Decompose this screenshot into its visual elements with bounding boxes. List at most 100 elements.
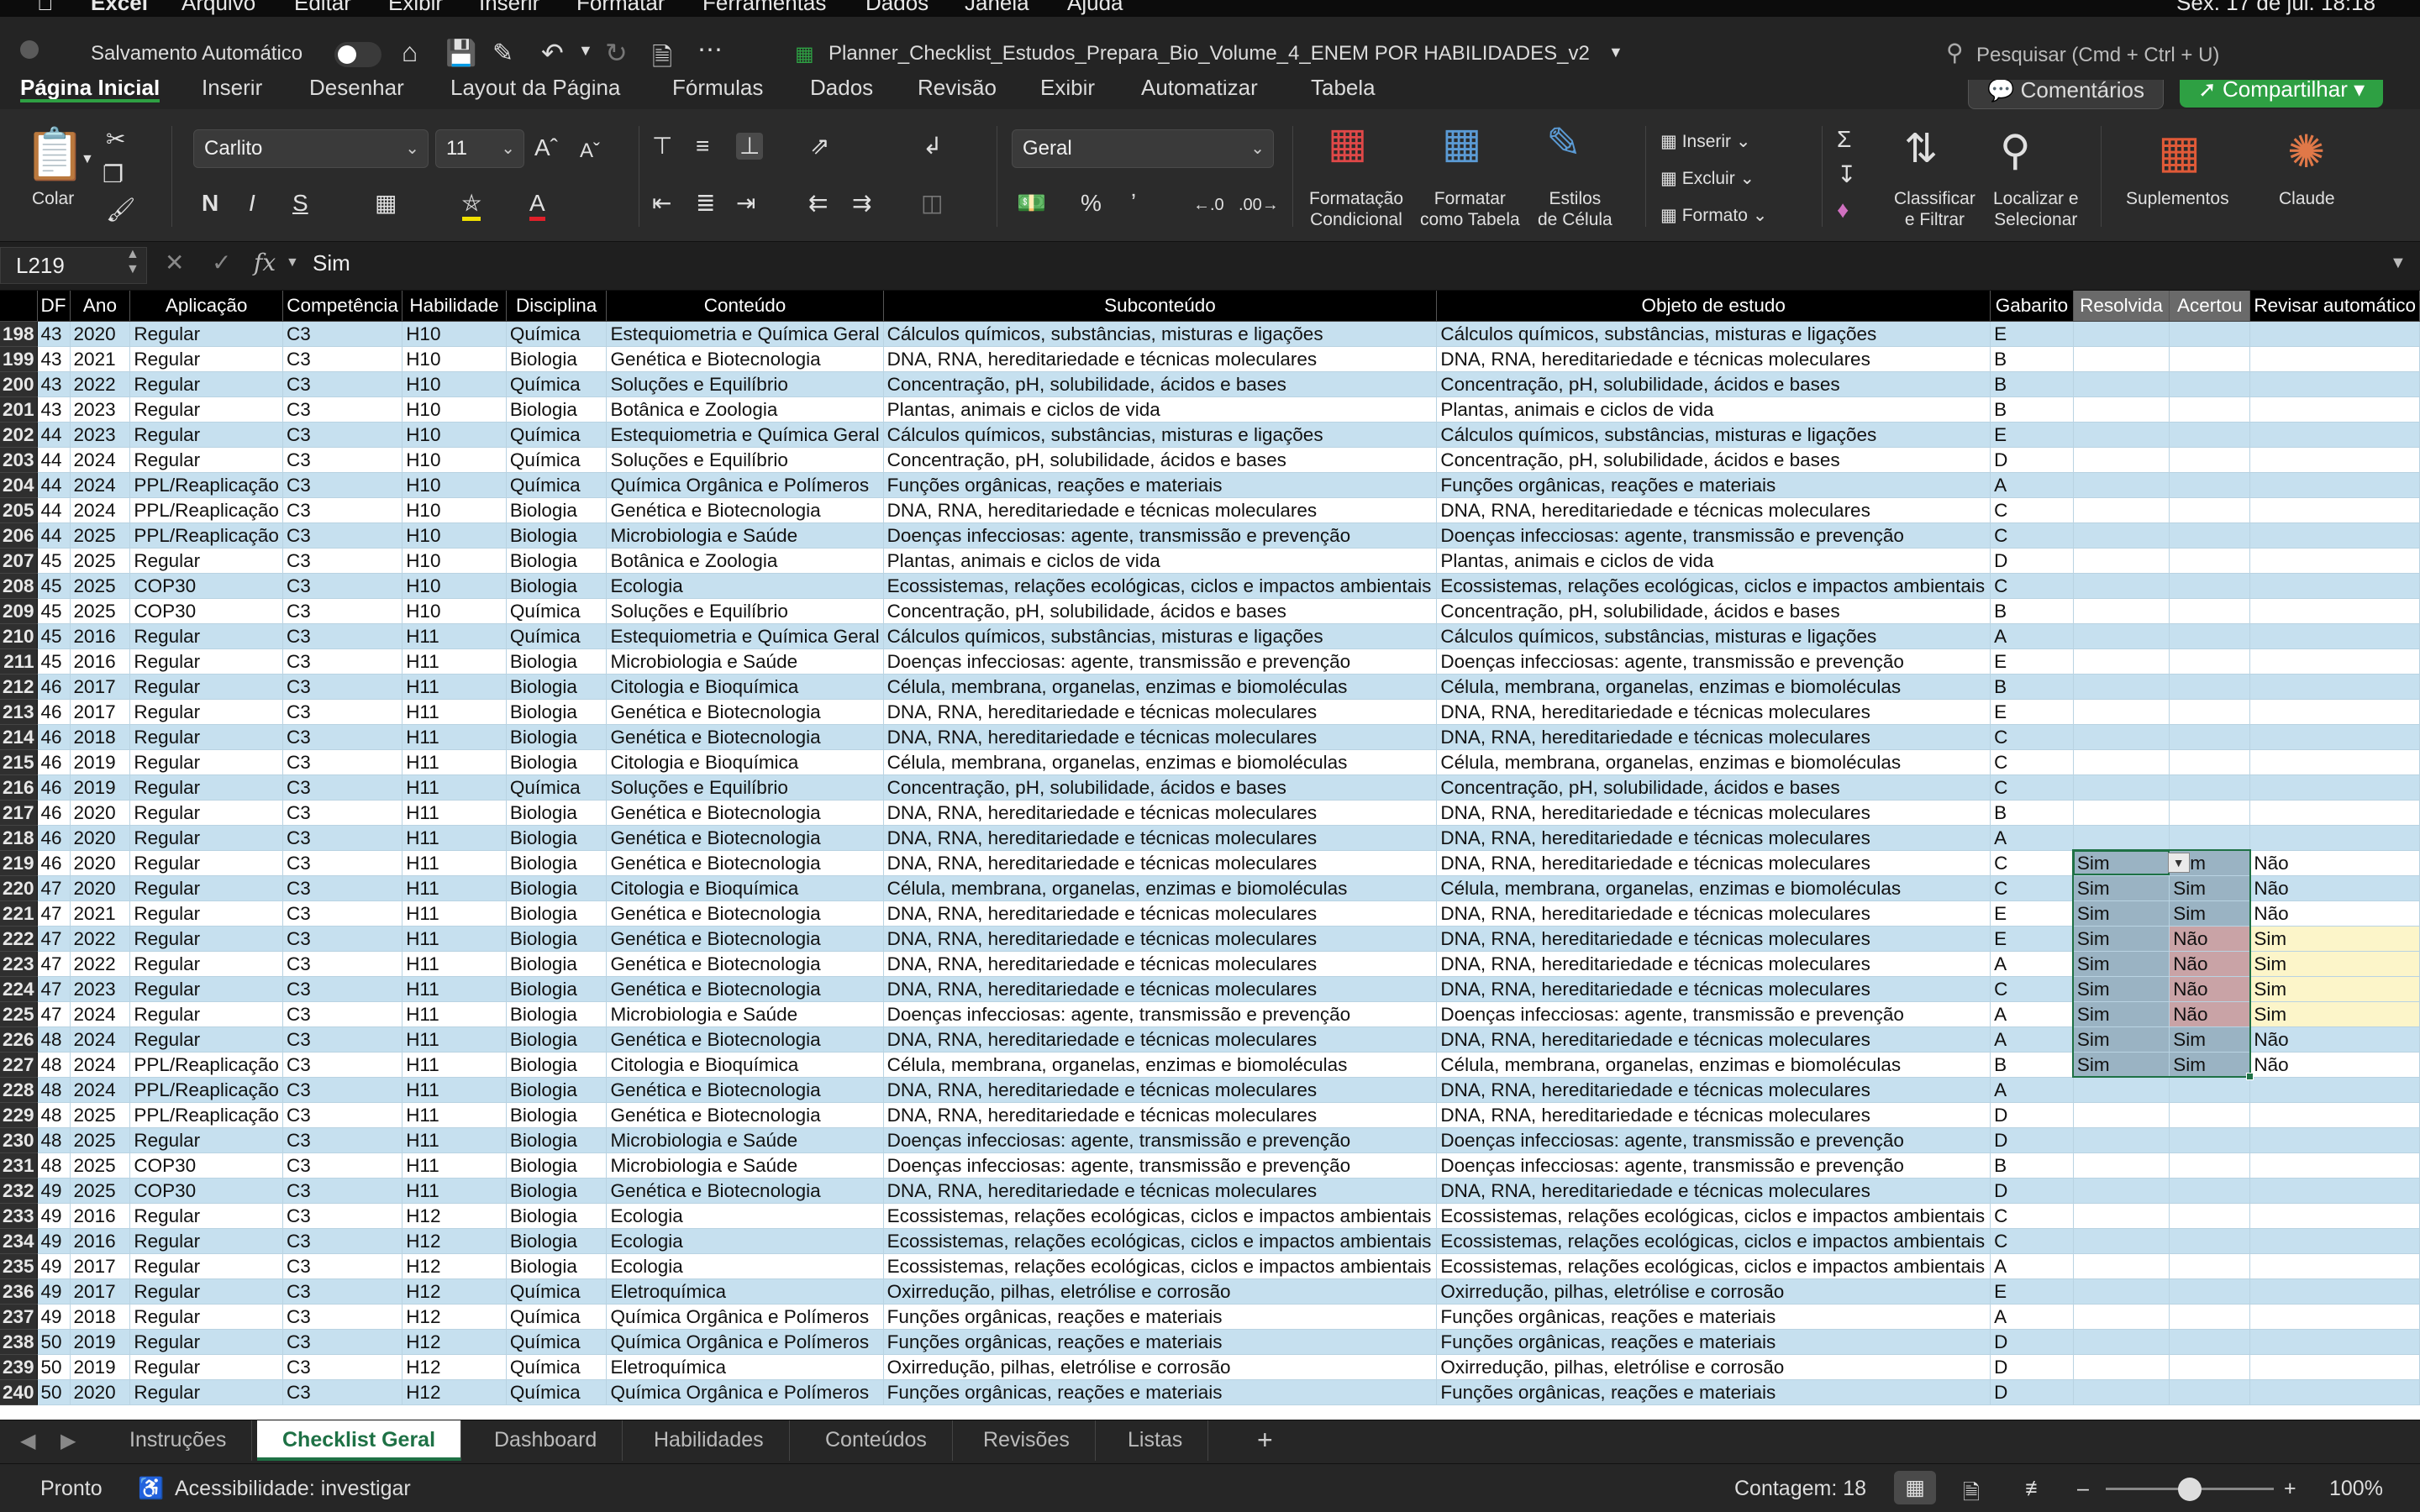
table-cell[interactable]: C3	[282, 1304, 403, 1330]
row-header[interactable]: 212	[0, 674, 38, 700]
table-cell[interactable]: Química	[506, 598, 608, 624]
table-cell[interactable]: C	[1990, 724, 2074, 750]
table-cell[interactable]: Eletroquímica	[606, 1354, 884, 1380]
table-cell[interactable]: Microbiologia e Saúde	[606, 522, 884, 549]
table-cell[interactable]: DNA, RNA, hereditariedade e técnicas mol…	[883, 900, 1438, 927]
table-cell[interactable]: Concentração, pH, solubilidade, ácidos e…	[883, 371, 1438, 397]
table-cell[interactable]	[2169, 573, 2251, 599]
table-cell[interactable]: H10	[402, 472, 507, 498]
table-cell[interactable]: Ecossistemas, relações ecológicas, ciclo…	[1436, 573, 1991, 599]
table-cell[interactable]: Concentração, pH, solubilidade, ácidos e…	[1436, 598, 1991, 624]
table-cell[interactable]: A	[1990, 825, 2074, 851]
row-header[interactable]: 221	[0, 900, 38, 927]
acertou-cell[interactable]: Não	[2169, 976, 2251, 1002]
table-cell[interactable]: 2025	[70, 573, 131, 599]
table-cell[interactable]	[2249, 1127, 2420, 1153]
table-cell[interactable]: Célula, membrana, organelas, enzimas e b…	[883, 749, 1438, 775]
row-header[interactable]: 213	[0, 699, 38, 725]
table-cell[interactable]	[2249, 825, 2420, 851]
table-cell[interactable]: B	[1990, 1052, 2074, 1078]
table-cell[interactable]: 45	[37, 648, 71, 675]
table-cell[interactable]: 2024	[70, 1077, 131, 1103]
row-header[interactable]: 227	[0, 1052, 38, 1078]
table-cell[interactable]: 44	[37, 447, 71, 473]
table-cell[interactable]: Genética e Biotecnologia	[606, 724, 884, 750]
table-cell[interactable]: Ecologia	[606, 1228, 884, 1254]
table-cell[interactable]: 47	[37, 951, 71, 977]
paste-icon[interactable]: 📋	[24, 128, 87, 181]
row-header[interactable]: 198	[0, 321, 38, 347]
tab-layout-da-pagina[interactable]: Layout da Página	[450, 80, 620, 101]
table-cell[interactable]: Doenças infecciosas: agente, transmissão…	[883, 522, 1438, 549]
table-cell[interactable]: Genética e Biotecnologia	[606, 900, 884, 927]
table-cell[interactable]: DNA, RNA, hereditariedade e técnicas mol…	[1436, 825, 1991, 851]
table-cell[interactable]: DNA, RNA, hereditariedade e técnicas mol…	[1436, 1077, 1991, 1103]
table-cell[interactable]	[2169, 1077, 2251, 1103]
table-cell[interactable]	[2249, 1278, 2420, 1305]
format-as-table-icon[interactable]: ▦	[1442, 122, 1481, 164]
table-cell[interactable]: C	[1990, 749, 2074, 775]
table-cell[interactable]: DNA, RNA, hereditariedade e técnicas mol…	[1436, 346, 1991, 372]
formula-input[interactable]: Sim	[313, 250, 350, 276]
table-cell[interactable]: Biologia	[506, 674, 608, 700]
table-cell[interactable]: Botânica e Zoologia	[606, 396, 884, 423]
fill-handle[interactable]	[2245, 1073, 2254, 1080]
table-cell[interactable]	[2169, 497, 2251, 523]
table-cell[interactable]: Biologia	[506, 850, 608, 876]
table-cell[interactable]: C3	[282, 396, 403, 423]
table-cell[interactable]: 2020	[70, 825, 131, 851]
row-header[interactable]: 209	[0, 598, 38, 624]
table-cell[interactable]: DNA, RNA, hereditariedade e técnicas mol…	[1436, 1178, 1991, 1204]
table-cell[interactable]: Eletroquímica	[606, 1278, 884, 1305]
table-cell[interactable]: H12	[402, 1304, 507, 1330]
table-cell[interactable]: Citologia e Bioquímica	[606, 1052, 884, 1078]
table-cell[interactable]: H11	[402, 699, 507, 725]
table-cell[interactable]: Regular	[129, 674, 283, 700]
sheet-tab-conteudos[interactable]: Conteúdos	[800, 1420, 953, 1461]
table-cell[interactable]: C3	[282, 321, 403, 347]
table-cell[interactable]	[2169, 825, 2251, 851]
table-cell[interactable]: E	[1990, 648, 2074, 675]
table-cell[interactable]: A	[1990, 472, 2074, 498]
table-cell[interactable]: E	[1990, 1278, 2074, 1305]
table-cell[interactable]	[2073, 1228, 2170, 1254]
table-cell[interactable]: C3	[282, 648, 403, 675]
tab-exibir[interactable]: Exibir	[1040, 80, 1095, 101]
table-cell[interactable]: H12	[402, 1228, 507, 1254]
table-cell[interactable]: Botânica e Zoologia	[606, 548, 884, 574]
italic-button[interactable]: I	[249, 190, 255, 217]
table-cell[interactable]	[2073, 1253, 2170, 1279]
table-cell[interactable]	[2249, 321, 2420, 347]
table-cell[interactable]: C3	[282, 548, 403, 574]
format-cells-button[interactable]: ▦ Formato ⌄	[1660, 205, 1767, 226]
table-cell[interactable]: Genética e Biotecnologia	[606, 951, 884, 977]
align-center-icon[interactable]: ≣	[696, 190, 715, 217]
table-cell[interactable]: PPL/Reaplicação	[129, 472, 283, 498]
acertou-cell[interactable]: Sim	[2169, 1026, 2251, 1053]
table-cell[interactable]	[2249, 774, 2420, 801]
table-cell[interactable]: C3	[282, 674, 403, 700]
table-cell[interactable]: C3	[282, 825, 403, 851]
table-cell[interactable]: 45	[37, 623, 71, 649]
table-cell[interactable]: 2025	[70, 598, 131, 624]
table-cell[interactable]: C	[1990, 497, 2074, 523]
table-cell[interactable]: D	[1990, 1102, 2074, 1128]
table-cell[interactable]: Genética e Biotecnologia	[606, 699, 884, 725]
table-cell[interactable]: H10	[402, 497, 507, 523]
table-cell[interactable]: C3	[282, 699, 403, 725]
table-cell[interactable]: Ecossistemas, relações ecológicas, ciclo…	[1436, 1203, 1991, 1229]
table-cell[interactable]: DNA, RNA, hereditariedade e técnicas mol…	[883, 1178, 1438, 1204]
row-header[interactable]: 238	[0, 1329, 38, 1355]
table-cell[interactable]	[2249, 749, 2420, 775]
table-cell[interactable]	[2073, 447, 2170, 473]
table-cell[interactable]: A	[1990, 623, 2074, 649]
table-cell[interactable]: Cálculos químicos, substâncias, misturas…	[883, 623, 1438, 649]
table-cell[interactable]: Biologia	[506, 1152, 608, 1179]
table-cell[interactable]: H10	[402, 548, 507, 574]
table-cell[interactable]	[2073, 1379, 2170, 1405]
table-cell[interactable]: Ecologia	[606, 1203, 884, 1229]
table-cell[interactable]: Biologia	[506, 699, 608, 725]
table-cell[interactable]: Química	[506, 1379, 608, 1405]
menu-editar[interactable]: Editar	[294, 0, 351, 16]
sheet-tab-habilidades[interactable]: Habilidades	[629, 1420, 790, 1461]
